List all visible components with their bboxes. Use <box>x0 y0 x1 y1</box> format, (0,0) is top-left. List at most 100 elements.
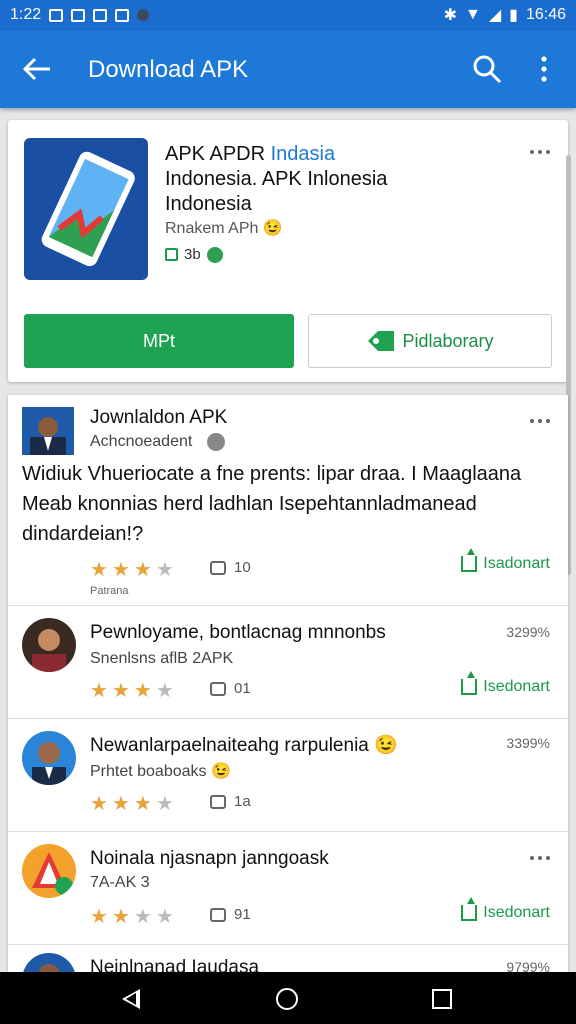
reviewer-name: Pewnloyame, bontlacnag mnnonbs <box>90 622 386 643</box>
primary-download-button[interactable]: MPt <box>24 314 294 368</box>
smile-emoji-icon: 😉 <box>374 735 398 756</box>
share-label: Isadonart <box>483 555 550 572</box>
secondary-button-label: Pidlaborary <box>402 330 494 351</box>
gallery-icon <box>93 8 108 22</box>
avatar <box>22 731 76 785</box>
notification-dot-icon <box>137 9 150 21</box>
comment-icon <box>210 681 226 696</box>
reviewer-name: Jownlaldon APK <box>90 407 228 428</box>
wifi-icon: ▼ <box>464 6 481 23</box>
star-rating: ★ ★ ★ ★ <box>90 791 174 816</box>
app-icon <box>24 138 148 280</box>
star-rating: ★ ★ ★ ★ <box>90 557 174 582</box>
battery-icon: ▮ <box>509 7 518 24</box>
smile-emoji-icon: 😉 <box>210 763 231 780</box>
star-filled-icon: ★ <box>133 793 152 815</box>
review-item: Noinala njasnapn janngoask 7A-AK 3 ★ ★ ★ ★ … <box>8 832 568 945</box>
reviewer-name: Newanlarpaelnaiteahg rarpulenia 😉 <box>90 733 398 757</box>
overflow-menu-icon[interactable] <box>530 417 552 425</box>
comment-count[interactable]: 01 <box>210 680 251 697</box>
rating-label: Patrana <box>90 585 129 597</box>
star-rating: ★ ★ ★ ★ <box>90 904 174 929</box>
star-filled-icon: ★ <box>90 906 108 928</box>
comment-icon <box>210 794 226 809</box>
review-percent: 3399% <box>506 735 550 751</box>
avatar <box>22 618 76 672</box>
app-bar-title: Download APK <box>88 56 249 83</box>
comment-count[interactable]: 1a <box>210 793 251 810</box>
featured-review: Jownlaldon APK Achcnoeadent Widiuk Vhuer… <box>8 395 568 606</box>
nav-home-icon[interactable] <box>276 988 298 1010</box>
notification-icon <box>49 8 64 22</box>
meta-count: 3b <box>184 246 201 263</box>
nav-back-icon[interactable] <box>122 989 140 1009</box>
share-icon <box>461 671 478 695</box>
status-time-left: 1:22 <box>10 6 42 23</box>
reviewer-subtitle: Prhtet boaboaks 😉 <box>90 761 231 781</box>
reviewer-subtitle: Achcnoeadent <box>90 433 225 451</box>
app-card: APK APDR Indasia Indonesia. APK Inlonesi… <box>8 120 568 382</box>
comment-count-text: 1a <box>234 793 251 810</box>
comment-icon <box>210 907 226 922</box>
back-arrow-icon[interactable] <box>20 52 54 86</box>
reviewer-subtitle: Snenlsns aflB 2APK <box>90 650 234 667</box>
secondary-button[interactable]: Pidlaborary <box>308 314 552 368</box>
app-title-line3: Indonesia <box>165 193 252 215</box>
share-button[interactable]: Isedonart <box>461 897 550 922</box>
status-time-right: 16:46 <box>525 6 566 23</box>
smile-emoji-icon: 😉 <box>262 220 283 237</box>
app-title-text: APK APDR <box>165 143 271 165</box>
star-filled-icon: ★ <box>111 559 130 581</box>
reviewer-subtitle-text: Prhtet boaboaks <box>90 763 207 780</box>
star-empty-icon: ★ <box>155 793 174 815</box>
overflow-menu-icon[interactable] <box>530 148 552 156</box>
reviews-list: Jownlaldon APK Achcnoeadent Widiuk Vhuer… <box>8 395 568 975</box>
review-body: Widiuk Vhueriocate a fne prents: lipar d… <box>22 463 522 545</box>
comment-count[interactable]: 91 <box>210 906 251 923</box>
star-filled-icon: ★ <box>90 793 108 815</box>
review-item: Pewnloyame, bontlacnag mnnonbs Snenlsns … <box>8 606 568 719</box>
star-filled-icon: ★ <box>133 559 152 581</box>
avatar <box>22 844 76 898</box>
star-filled-icon: ★ <box>111 793 130 815</box>
app-title-highlight: Indasia <box>270 143 336 165</box>
notification-icon <box>71 8 86 22</box>
comment-icon <box>210 560 226 575</box>
comment-count-text: 91 <box>234 906 251 923</box>
star-filled-icon: ★ <box>90 680 108 702</box>
star-rating: ★ ★ ★ ★ <box>90 678 174 703</box>
share-label: Isedonart <box>483 904 550 921</box>
overflow-menu-icon[interactable] <box>530 854 552 862</box>
notification-icon <box>115 8 130 22</box>
verified-badge-icon <box>206 433 225 451</box>
star-filled-icon: ★ <box>111 680 130 702</box>
share-icon <box>461 897 478 921</box>
comment-count-text: 10 <box>234 559 251 576</box>
app-title-line2: Indonesia. APK Inlonesia <box>165 168 388 190</box>
star-empty-icon: ★ <box>155 906 174 928</box>
share-button[interactable]: Isedonart <box>461 671 550 696</box>
star-filled-icon: ★ <box>90 559 108 581</box>
search-icon[interactable] <box>470 52 504 86</box>
system-nav-bar <box>0 972 576 1024</box>
tag-icon <box>368 331 395 351</box>
comment-count-text: 01 <box>234 680 251 697</box>
avatar <box>22 407 74 455</box>
share-label: Isedonart <box>483 678 550 695</box>
nav-recents-icon[interactable] <box>432 989 452 1009</box>
star-filled-icon: ★ <box>133 680 152 702</box>
app-subtitle: Rnakem APh 😉 <box>165 218 283 238</box>
star-empty-icon: ★ <box>155 680 174 702</box>
review-item: Neinlnanad Iaudasa 9799% <box>8 945 568 975</box>
share-button[interactable]: Isadonart <box>461 548 550 573</box>
app-subtitle-text: Rnakem APh <box>165 220 259 237</box>
review-item: Newanlarpaelnaiteahg rarpulenia 😉 Prhtet… <box>8 719 568 832</box>
status-bar: 1:22 ✱ ▼ ◢ ▮ 16:46 <box>0 0 576 30</box>
star-filled-icon: ★ <box>111 906 130 928</box>
app-bar: Download APK <box>0 30 576 108</box>
comment-count[interactable]: 10 <box>210 559 251 576</box>
app-meta: 3b <box>165 246 223 263</box>
star-empty-icon: ★ <box>133 906 152 928</box>
more-vert-icon[interactable] <box>534 54 554 84</box>
app-title: APK APDR Indasia Indonesia. APK Inlonesi… <box>165 142 485 217</box>
